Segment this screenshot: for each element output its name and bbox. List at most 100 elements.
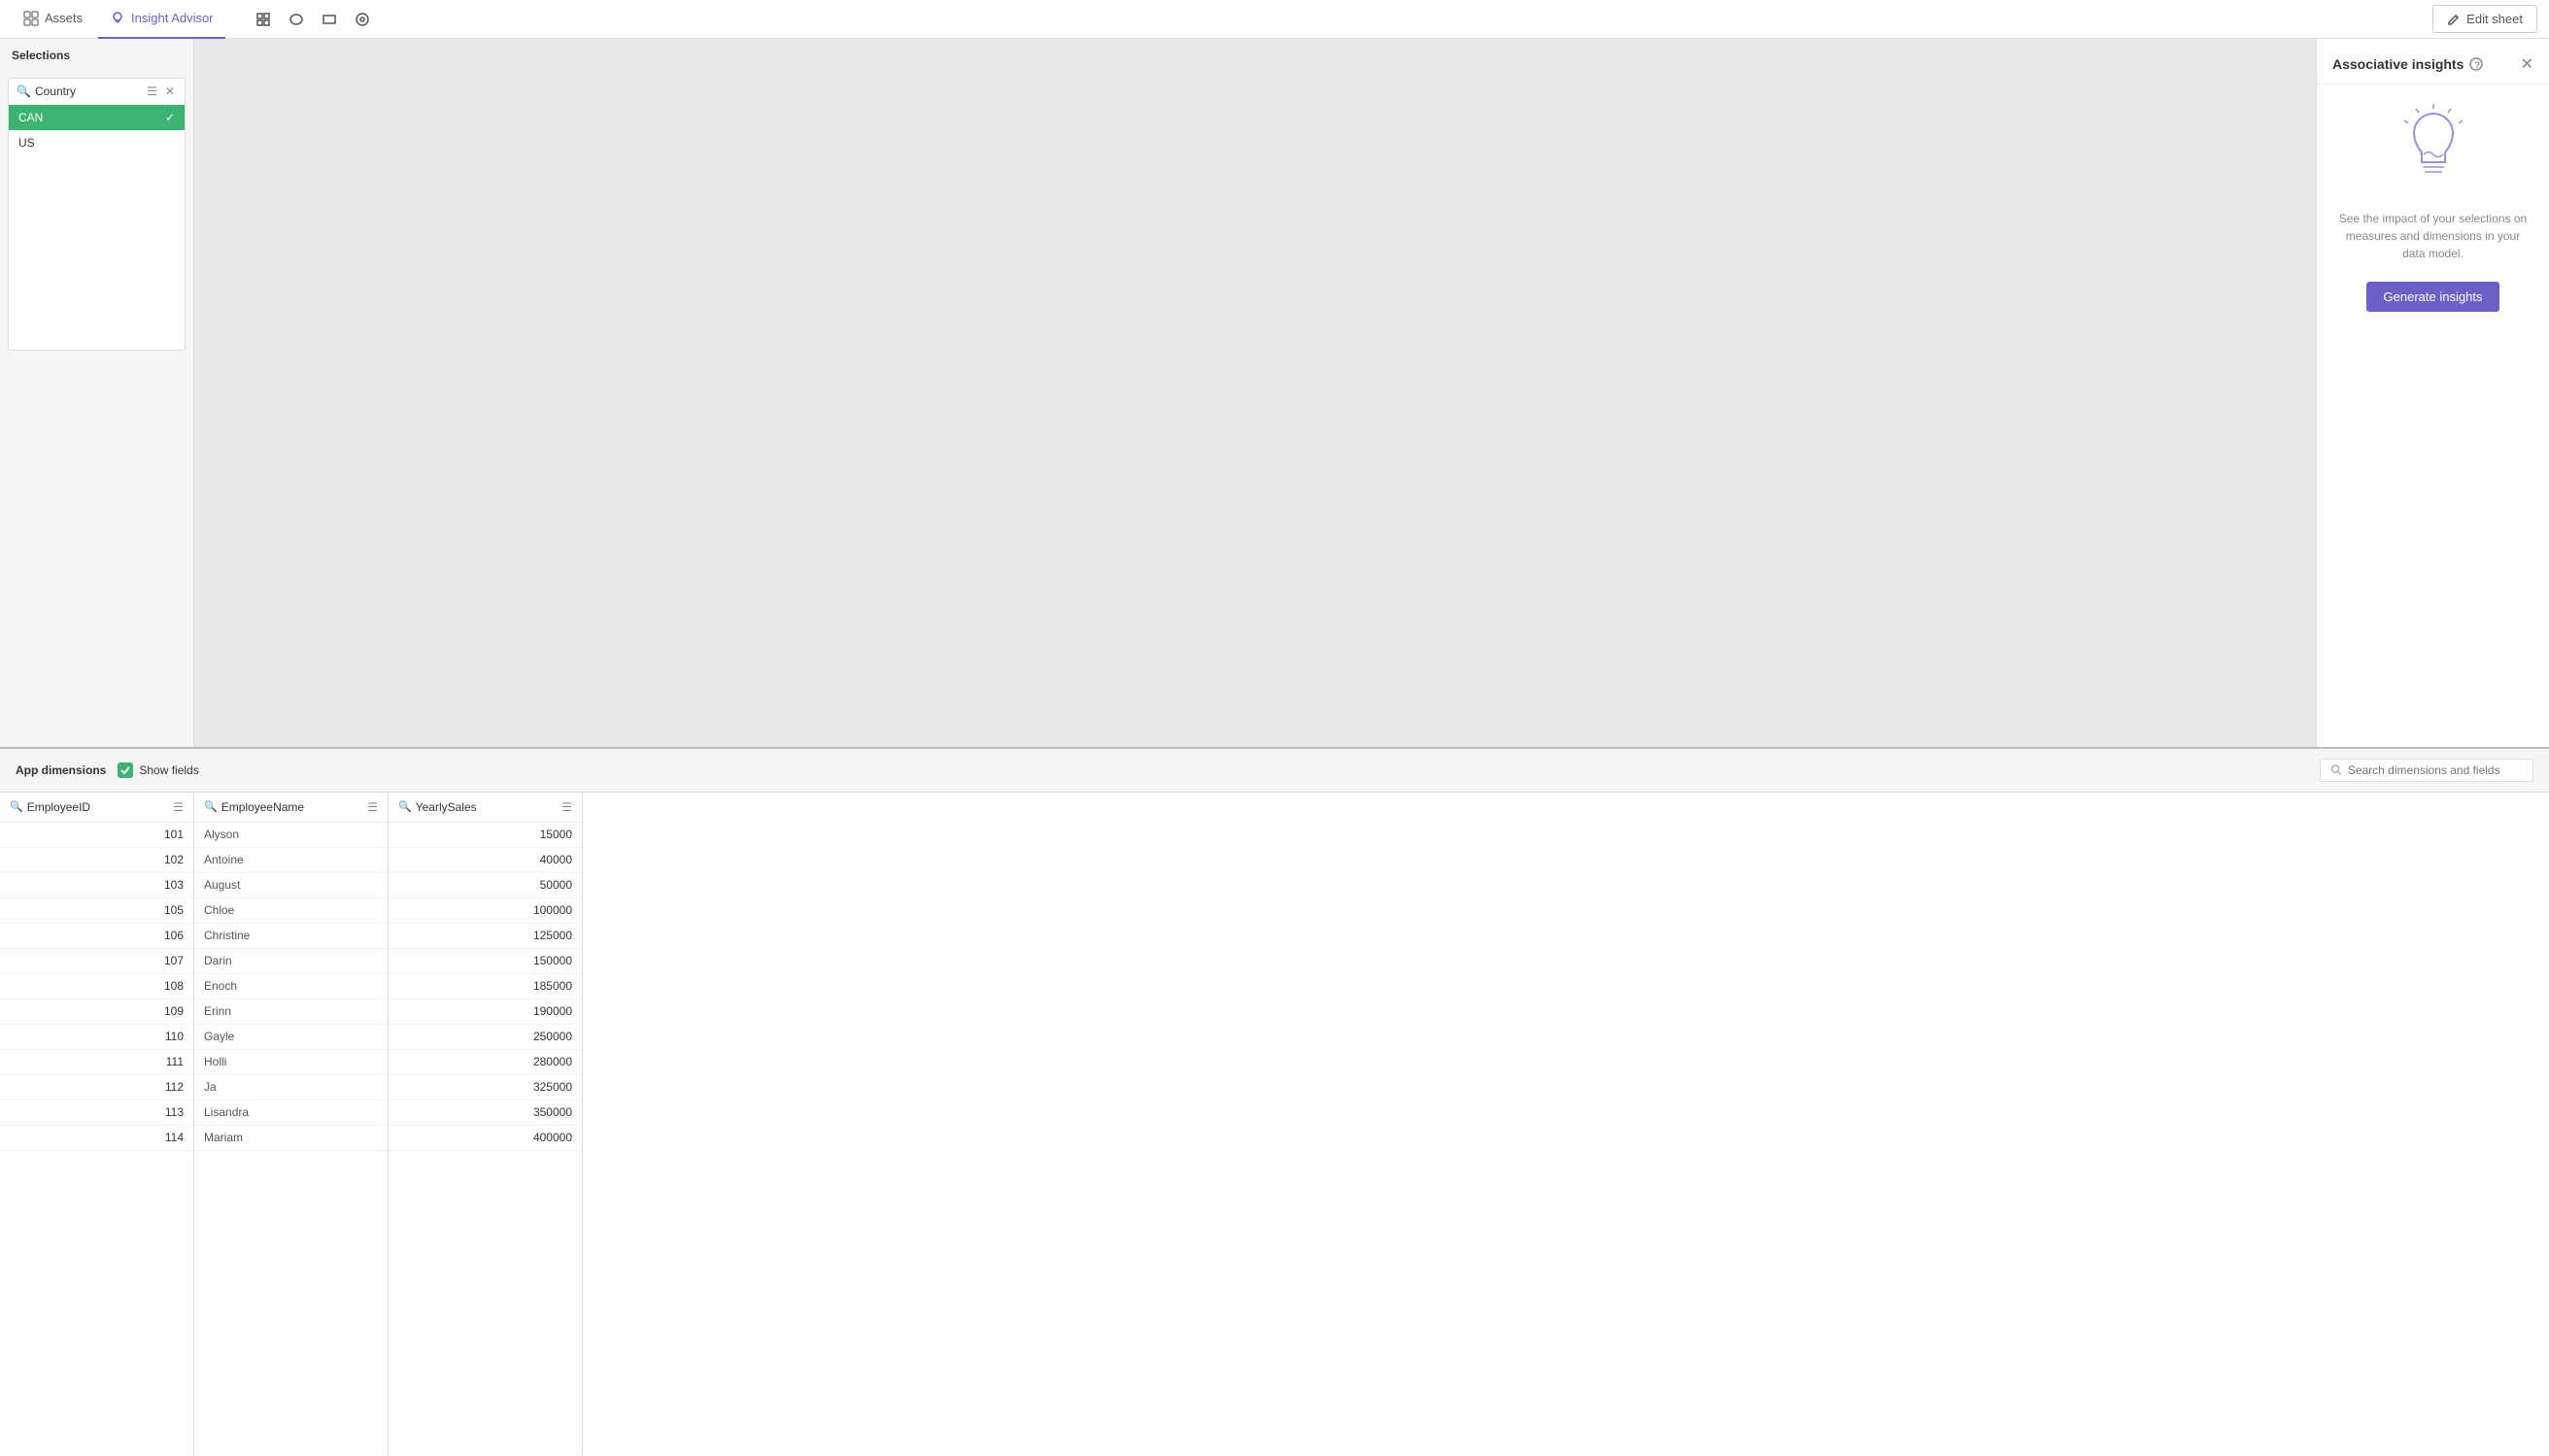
associative-insights-body: See the impact of your selections on mea… xyxy=(2317,85,2549,331)
dim-column-employeeid: 🔍 EmployeeID ☰ 101 102 103 105 106107108 109 1… xyxy=(0,793,194,1456)
filter-clear-icon[interactable]: ✕ xyxy=(163,85,177,98)
dim-row-value: 109 xyxy=(164,1004,184,1018)
dim-row[interactable]: Gayle xyxy=(194,1025,388,1050)
search-dimensions-input[interactable] xyxy=(2348,763,2523,777)
dim-row[interactable]: 125000 xyxy=(389,924,582,949)
dim-row[interactable]: 108 xyxy=(0,974,193,999)
dim-row[interactable]: 100000 xyxy=(389,898,582,924)
filter-pane-country: 🔍 Country ☰ ✕ CAN ✓ US xyxy=(8,78,186,351)
dim-row-value: 111 xyxy=(166,1055,184,1068)
dim-row[interactable]: 190000 xyxy=(389,999,582,1025)
tool-select[interactable] xyxy=(249,5,278,34)
tool-target[interactable] xyxy=(348,5,377,34)
dim-row-value: 150000 xyxy=(533,954,572,967)
dim-row-name: Alyson xyxy=(204,828,239,841)
dim-title-0: EmployeeID xyxy=(27,800,170,814)
show-fields-toggle[interactable]: Show fields xyxy=(118,762,198,778)
tab-assets[interactable]: Assets xyxy=(12,0,94,39)
dim-row[interactable]: 103 xyxy=(0,873,193,898)
associative-insights-header: Associative insights ? ✕ xyxy=(2317,39,2549,85)
dim-row[interactable]: 150000 xyxy=(389,949,582,974)
dim-row[interactable]: 280000 xyxy=(389,1050,582,1075)
dim-row[interactable]: 111 xyxy=(0,1050,193,1075)
filter-list-icon[interactable]: ☰ xyxy=(145,85,159,98)
filter-item-can[interactable]: CAN ✓ xyxy=(9,105,185,130)
dim-row[interactable]: 114 xyxy=(0,1126,193,1151)
dim-column-yearlysales: 🔍 YearlySales ☰ 150004000050000100000125… xyxy=(389,793,583,1456)
assets-tab-label: Assets xyxy=(45,11,83,25)
dim-row[interactable]: Chloe xyxy=(194,898,388,924)
dim-row[interactable]: August xyxy=(194,873,388,898)
dim-row[interactable]: Alyson xyxy=(194,823,388,848)
dim-row[interactable]: Ja xyxy=(194,1075,388,1100)
filter-pane-header: 🔍 Country ☰ ✕ xyxy=(9,79,185,105)
dim-row[interactable]: Holli xyxy=(194,1050,388,1075)
dim-row[interactable]: 400000 xyxy=(389,1126,582,1151)
dim-row[interactable]: 102 xyxy=(0,848,193,873)
dim-row[interactable]: 109 xyxy=(0,999,193,1025)
filter-item-us[interactable]: US xyxy=(9,130,185,155)
dimensions-grid: 🔍 EmployeeID ☰ 101 102 103 105 106107108 109 1… xyxy=(0,793,2549,1456)
dim-row[interactable]: Mariam xyxy=(194,1126,388,1151)
dim-row-name: Darin xyxy=(204,954,232,967)
dim-row[interactable]: 105 xyxy=(0,898,193,924)
dim-row-value: 105 xyxy=(164,903,184,917)
dim-row[interactable]: 40000 xyxy=(389,848,582,873)
dim-row[interactable]: Christine xyxy=(194,924,388,949)
dim-menu-icon-2[interactable]: ☰ xyxy=(561,800,572,814)
dim-menu-icon-0[interactable]: ☰ xyxy=(173,800,184,814)
dim-row-name: Lisandra xyxy=(204,1105,249,1119)
dim-row[interactable]: 50000 xyxy=(389,873,582,898)
edit-sheet-button[interactable]: Edit sheet xyxy=(2432,5,2537,33)
dim-row[interactable]: 350000 xyxy=(389,1100,582,1126)
dim-row-value: 101 xyxy=(164,828,184,841)
dim-row-name: Chloe xyxy=(204,903,234,917)
dim-row-value: 103 xyxy=(164,878,184,892)
dim-row-value: 110 xyxy=(165,1030,184,1043)
dim-row-value: 113 xyxy=(165,1105,184,1119)
dim-row[interactable]: Erinn xyxy=(194,999,388,1025)
dim-row-name: Erinn xyxy=(204,1004,231,1018)
dim-row[interactable]: 110 xyxy=(0,1025,193,1050)
tab-insight-advisor[interactable]: Insight Advisor xyxy=(98,0,225,39)
associative-insights-title: Associative insights ? xyxy=(2332,56,2483,72)
dim-row[interactable]: Antoine xyxy=(194,848,388,873)
dim-row-value: 250000 xyxy=(533,1030,572,1043)
dim-row-value: 280000 xyxy=(533,1055,572,1068)
dim-row[interactable]: 101 xyxy=(0,823,193,848)
dim-row[interactable]: Darin xyxy=(194,949,388,974)
dim-row-value: 15000 xyxy=(540,828,572,841)
dim-row-value: 112 xyxy=(165,1080,184,1094)
tool-lasso[interactable] xyxy=(282,5,311,34)
filter-item-can-label: CAN xyxy=(18,111,43,124)
dim-row[interactable]: 185000 xyxy=(389,974,582,999)
dim-row-name: Antoine xyxy=(204,853,244,866)
checkbox-check-icon xyxy=(119,764,131,776)
app-dimensions-label: App dimensions xyxy=(16,763,106,777)
toolbar-tools xyxy=(249,5,377,34)
dim-row[interactable]: 112 xyxy=(0,1075,193,1100)
dim-search-icon-0: 🔍 xyxy=(10,800,23,813)
main-layout: Selections 🔍 Country ☰ ✕ CAN ✓ US xyxy=(0,39,2549,1456)
dim-row[interactable]: 15000 xyxy=(389,823,582,848)
dim-row[interactable]: Enoch xyxy=(194,974,388,999)
svg-text:?: ? xyxy=(2475,60,2481,70)
close-associative-insights-button[interactable]: ✕ xyxy=(2521,54,2533,74)
search-dimensions-field[interactable] xyxy=(2320,759,2533,782)
dim-row-value: 40000 xyxy=(540,853,572,866)
dim-row[interactable]: 113 xyxy=(0,1100,193,1126)
dim-row[interactable]: 250000 xyxy=(389,1025,582,1050)
filter-empty-space xyxy=(9,155,185,350)
dim-row[interactable]: Lisandra xyxy=(194,1100,388,1126)
dim-row-name: Gayle xyxy=(204,1030,234,1043)
dim-row-name: Mariam xyxy=(204,1131,243,1144)
dim-row[interactable]: 106 xyxy=(0,924,193,949)
dim-row[interactable]: 325000 xyxy=(389,1075,582,1100)
show-fields-checkbox[interactable] xyxy=(118,762,133,778)
selections-header: Selections xyxy=(0,39,193,72)
dim-row-value: 185000 xyxy=(533,979,572,993)
dim-menu-icon-1[interactable]: ☰ xyxy=(367,800,378,814)
tool-rect[interactable] xyxy=(315,5,344,34)
dim-row[interactable]: 107 xyxy=(0,949,193,974)
generate-insights-button[interactable]: Generate insights xyxy=(2366,282,2500,312)
